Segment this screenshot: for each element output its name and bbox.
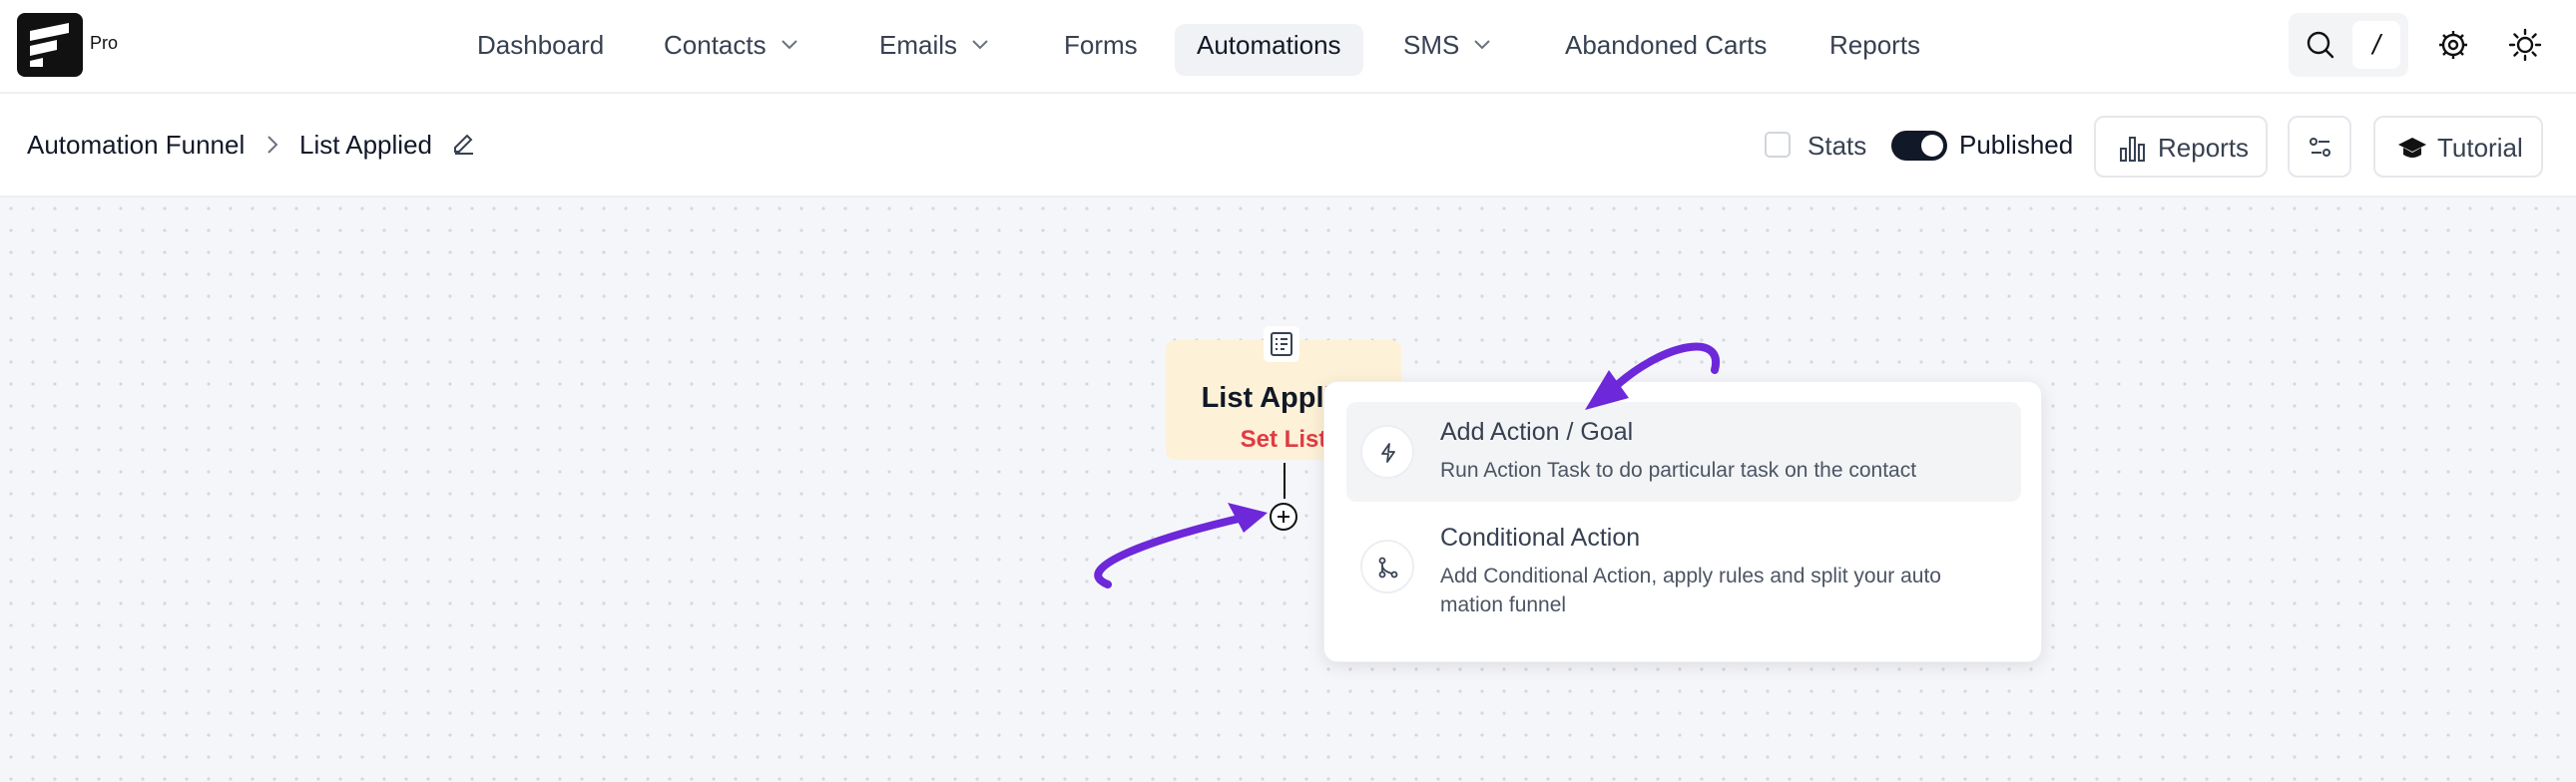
nav-dashboard[interactable]: Dashboard [455, 24, 626, 76]
node-connector-line [1284, 463, 1286, 499]
menu-icon-circle [1360, 540, 1414, 593]
nav-emails[interactable]: Emails [857, 24, 1011, 76]
stats-checkbox[interactable] [1765, 132, 1791, 158]
command-shortcut-button[interactable]: / [2352, 21, 2400, 69]
fluentcrm-logo[interactable] [17, 13, 83, 77]
nav-automations[interactable]: Automations [1175, 24, 1363, 76]
nav-tools-group: / [2289, 13, 2408, 77]
graduation-cap-icon [2398, 138, 2426, 158]
menu-item-title: Conditional Action [1440, 524, 1641, 552]
bolt-icon [1381, 443, 1395, 463]
chevron-down-icon [1474, 40, 1491, 50]
automation-canvas[interactable]: List Applied Set List Add Action / Goal … [0, 197, 2576, 782]
branch-icon [1378, 557, 1398, 579]
chevron-down-icon [780, 40, 797, 50]
annotation-arrow [1585, 342, 1721, 410]
breadcrumb-current: List Applied [299, 130, 432, 160]
pencil-icon[interactable] [451, 129, 477, 155]
annotation-arrow [1094, 503, 1268, 588]
menu-item-description: Run Action Task to do particular task on… [1440, 459, 1917, 482]
nav-forms[interactable]: Forms [1042, 24, 1160, 76]
menu-item-conditional-action[interactable]: Conditional Action Add Conditional Actio… [1346, 510, 2021, 639]
top-navigation: Pro Dashboard Contacts Emails Forms Auto… [0, 0, 2576, 94]
chevron-right-icon [267, 136, 278, 154]
toggle-knob [1921, 135, 1943, 157]
reports-button-label: Reports [2158, 133, 2250, 163]
tutorial-button-label: Tutorial [2437, 133, 2523, 163]
list-icon [1271, 332, 1292, 356]
node-icon-badge [1264, 326, 1299, 362]
nav-reports[interactable]: Reports [1807, 24, 1942, 76]
nav-sms[interactable]: SMS [1381, 24, 1513, 76]
sun-icon [2508, 28, 2542, 62]
stats-label: Stats [1807, 131, 1867, 161]
settings-button[interactable] [2429, 21, 2477, 69]
pro-badge: Pro [90, 33, 119, 53]
sliders-icon [2310, 138, 2330, 157]
automation-header: Automation Funnel List Applied Stats Pub… [0, 94, 2576, 197]
funnel-settings-button[interactable] [2288, 116, 2351, 178]
search-button[interactable] [2297, 21, 2344, 69]
menu-item-description: Add Conditional Action, apply rules and … [1440, 565, 1941, 616]
search-icon [2307, 31, 2334, 59]
bar-chart-icon [2120, 137, 2145, 162]
breadcrumb-root[interactable]: Automation Funnel [27, 130, 245, 161]
menu-icon-circle [1360, 425, 1414, 479]
gear-icon [2439, 31, 2467, 59]
nav-contacts[interactable]: Contacts [642, 24, 820, 76]
nav-abandoned-carts[interactable]: Abandoned Carts [1543, 24, 1789, 76]
reports-button[interactable]: Reports [2094, 116, 2268, 178]
tutorial-button[interactable]: Tutorial [2373, 116, 2543, 178]
chevron-down-icon [972, 40, 988, 50]
published-toggle[interactable] [1891, 131, 1947, 161]
theme-toggle-button[interactable] [2501, 21, 2549, 69]
published-label: Published [1959, 130, 2074, 160]
